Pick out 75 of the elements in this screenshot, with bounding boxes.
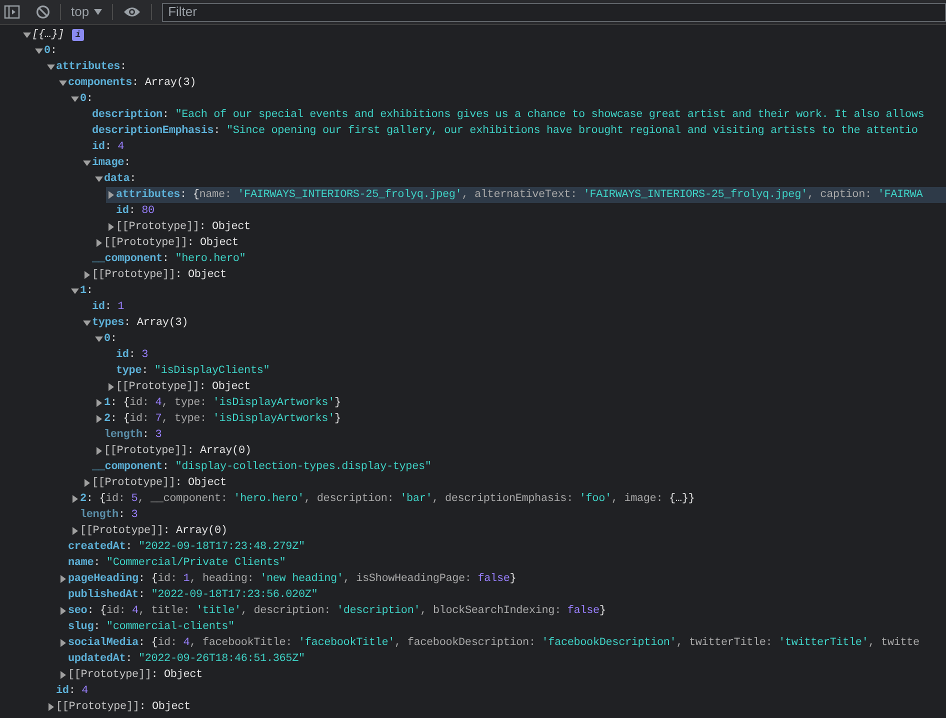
- context-dropdown[interactable]: top: [71, 2, 102, 22]
- property-line: publishedAt: "2022-09-18T17:23:56.020Z": [68, 588, 318, 603]
- property-line: [[Prototype]]: Object: [68, 668, 202, 683]
- property-line: id: 1: [92, 300, 124, 315]
- property-line: [[Prototype]]: Object: [116, 380, 250, 395]
- disclosure-triangle-icon[interactable]: [59, 79, 67, 87]
- property-line: 0:: [104, 332, 117, 347]
- disclosure-triangle-icon[interactable]: [83, 319, 91, 327]
- property-line: name: "Commercial/Private Clients": [68, 556, 286, 571]
- property-line: 1:: [80, 284, 93, 299]
- property-line: [[Prototype]]: Object: [92, 476, 226, 491]
- property-line: description: "Each of our special events and exhibitions gives us a chance to showcase great artist and their work. It also allows: [92, 108, 924, 123]
- property-line: createdAt: "2022-09-18T17:23:48.279Z": [68, 540, 305, 555]
- property-line: type: "isDisplayClients": [116, 364, 270, 379]
- property-line: 2: {id: 5, __component: 'hero.hero', description: 'bar', descriptionEmphasis: 'foo', image: {…}}: [80, 492, 695, 507]
- clear-icon[interactable]: [36, 5, 50, 19]
- property-line: seo: {id: 4, title: 'title', description: 'description', blockSearchIndexing: false}: [68, 604, 606, 619]
- disclosure-triangle-icon[interactable]: [59, 639, 67, 647]
- property-line: [[Prototype]]: Object: [56, 700, 190, 715]
- property-line: __component: "hero.hero": [92, 252, 246, 267]
- disclosure-triangle-icon[interactable]: [59, 671, 67, 679]
- disclosure-triangle-icon[interactable]: [95, 239, 103, 247]
- property-line: id: 3: [116, 348, 148, 363]
- disclosure-triangle-icon[interactable]: [83, 159, 91, 167]
- property-line: socialMedia: {id: 4, facebookTitle: 'facebookTitle', facebookDescription: 'facebookDescription', twitterTitle: 'twitterTitle', twitte: [68, 636, 920, 651]
- disclosure-triangle-icon[interactable]: [107, 191, 115, 199]
- property-line: types: Array(3): [92, 316, 188, 331]
- property-line: updatedAt: "2022-09-26T18:46:51.365Z": [68, 652, 305, 667]
- disclosure-triangle-icon[interactable]: [71, 287, 79, 295]
- disclosure-triangle-icon[interactable]: [71, 527, 79, 535]
- disclosure-triangle-icon[interactable]: [71, 495, 79, 503]
- property-line: 0:: [80, 92, 93, 107]
- filter-field[interactable]: Filter: [162, 2, 946, 22]
- property-line: [[Prototype]]: Array(0): [104, 444, 252, 459]
- property-line: descriptionEmphasis: "Since opening our first gallery, our exhibitions have brought regional and visiting artists to the attentio: [92, 124, 918, 139]
- property-line: [[Prototype]]: Object: [104, 236, 238, 251]
- property-line: id: 4: [92, 140, 124, 155]
- disclosure-triangle-icon[interactable]: [95, 447, 103, 455]
- property-line: 2: {id: 7, type: 'isDisplayArtworks'}: [104, 412, 341, 427]
- disclosure-triangle-icon[interactable]: [71, 95, 79, 103]
- eye-icon[interactable]: [123, 6, 142, 18]
- disclosure-triangle-icon[interactable]: [107, 383, 115, 391]
- disclosure-triangle-icon[interactable]: [95, 335, 103, 343]
- disclosure-triangle-icon[interactable]: [95, 399, 103, 407]
- disclosure-triangle-icon[interactable]: [95, 175, 103, 183]
- disclosure-triangle-icon[interactable]: [47, 63, 55, 71]
- property-line: pageHeading: {id: 1, heading: 'new heading', isShowHeadingPage: false}: [68, 572, 516, 587]
- disclosure-triangle-icon[interactable]: [59, 575, 67, 583]
- disclosure-triangle-icon[interactable]: [107, 223, 115, 231]
- property-line: image:: [92, 156, 130, 171]
- property-line: [[Prototype]]: Object: [116, 220, 250, 235]
- disclosure-triangle-icon[interactable]: [83, 271, 91, 279]
- property-line: length: 3: [104, 428, 162, 443]
- disclosure-triangle-icon[interactable]: [23, 31, 31, 39]
- property-line: [[Prototype]]: Object: [92, 268, 226, 283]
- disclosure-triangle-icon[interactable]: [35, 47, 43, 55]
- property-line: 0:: [44, 44, 57, 59]
- disclosure-triangle-icon[interactable]: [95, 415, 103, 423]
- disclosure-triangle-icon[interactable]: [59, 607, 67, 615]
- property-line: __component: "display-collection-types.display-types": [92, 460, 432, 475]
- caret-icon: [94, 9, 102, 15]
- disclosure-triangle-icon[interactable]: [83, 479, 91, 487]
- property-line: [{…}]: [32, 28, 64, 43]
- property-line: components: Array(3): [68, 76, 196, 91]
- sidebar-toggle-icon[interactable]: [4, 5, 20, 19]
- property-line: 1: {id: 4, type: 'isDisplayArtworks'}: [104, 396, 341, 411]
- property-line: [[Prototype]]: Array(0): [80, 524, 228, 539]
- property-line: length: 3: [80, 508, 138, 523]
- info-badge[interactable]: i: [72, 29, 84, 41]
- property-line: data:: [104, 172, 136, 187]
- property-line: id: 80: [116, 204, 154, 219]
- property-line: id: 4: [56, 684, 88, 699]
- disclosure-triangle-icon[interactable]: [47, 703, 55, 711]
- property-line: attributes:: [56, 60, 126, 75]
- property-line: slug: "commercial-clients": [68, 620, 234, 635]
